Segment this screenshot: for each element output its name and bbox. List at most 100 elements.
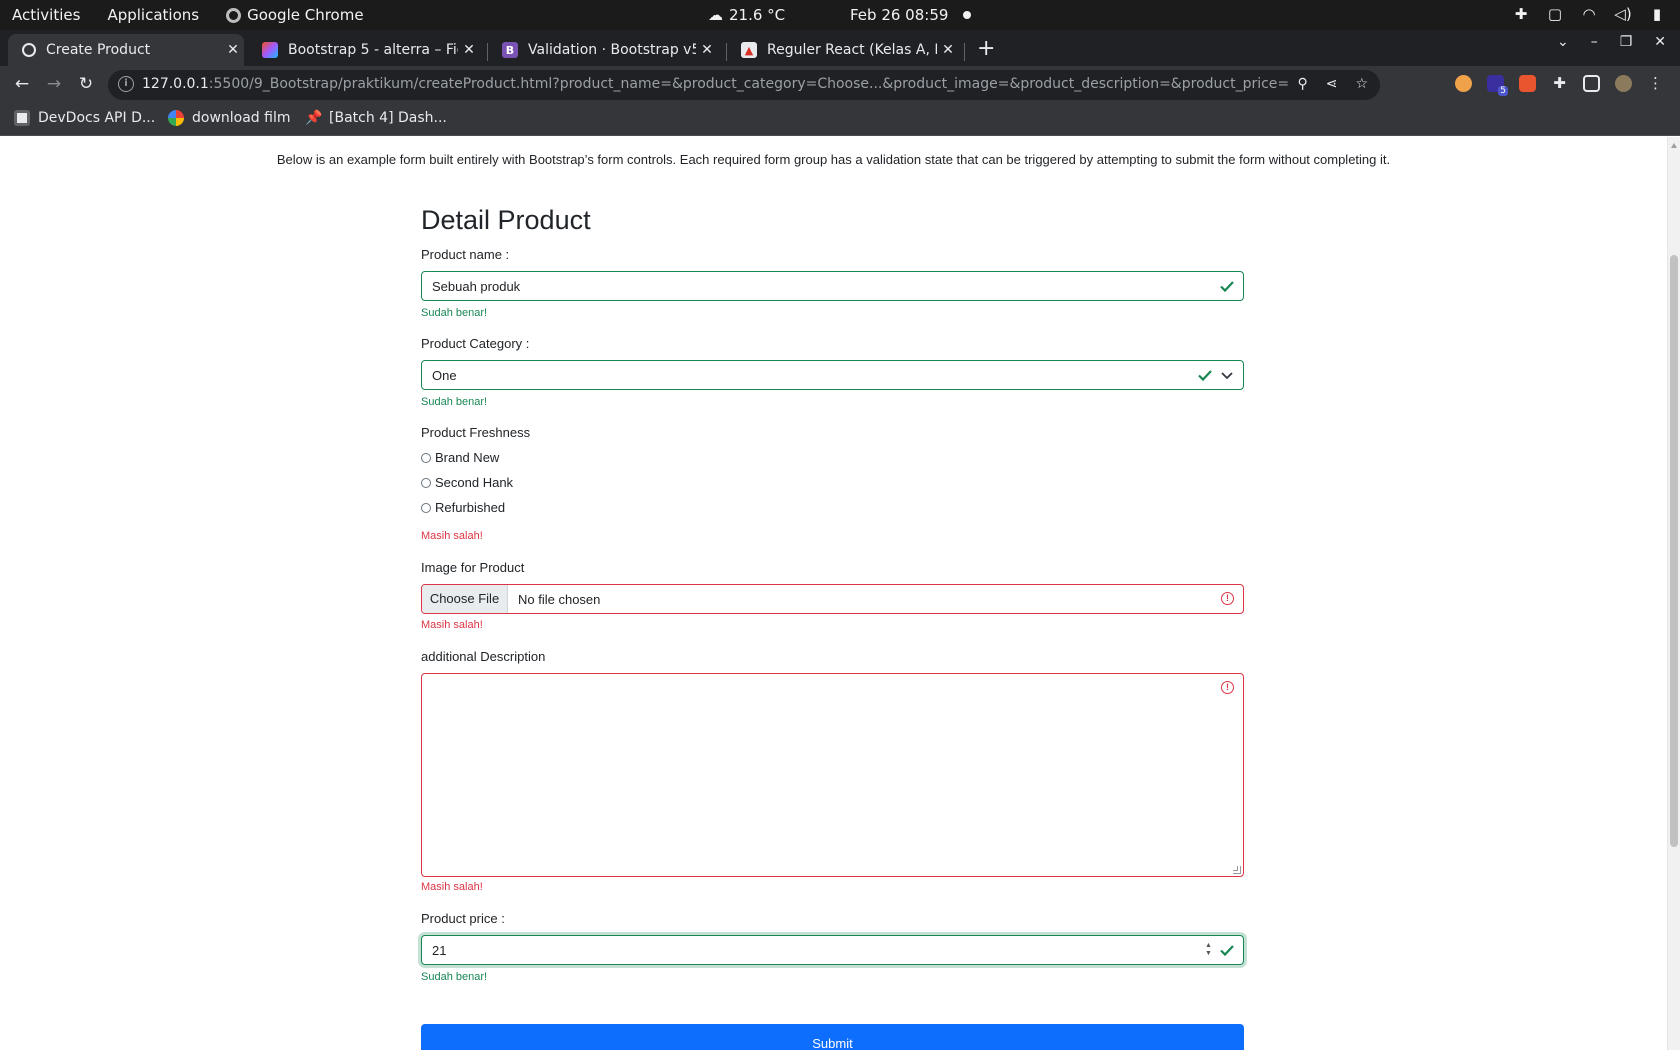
- tab-search-chevron-icon[interactable]: ⌄: [1557, 34, 1569, 50]
- price-label: Product price :: [421, 911, 505, 926]
- number-spinner-icon[interactable]: ▲ ▼: [1204, 942, 1213, 958]
- scroll-up-arrow-icon[interactable]: [1671, 143, 1677, 148]
- error-icon: !: [1221, 681, 1234, 694]
- close-tab-icon[interactable]: ✕: [696, 42, 718, 58]
- radio-label: Brand New: [435, 450, 500, 465]
- check-icon: [1220, 945, 1234, 957]
- radio-label: Refurbished: [435, 500, 506, 515]
- extensions-puzzle-icon[interactable]: ✚: [1551, 75, 1568, 92]
- product-name-feedback: Sudah benar!: [421, 307, 488, 319]
- weather-indicator[interactable]: ☁ 21.6 °C: [708, 6, 785, 24]
- minimize-icon[interactable]: –: [1591, 34, 1598, 50]
- react-class-icon: ▲: [741, 42, 757, 58]
- radio-circle[interactable]: [421, 452, 431, 463]
- pushpin-icon: 📌: [305, 110, 323, 126]
- product-name-value: Sebuah produk: [432, 279, 521, 294]
- battery-icon[interactable]: ▮: [1648, 5, 1666, 23]
- image-file-input[interactable]: Choose File No file chosen !: [421, 584, 1244, 614]
- product-name-label: Product name :: [421, 247, 510, 262]
- price-input[interactable]: 21 ▲ ▼: [421, 935, 1244, 965]
- app-name: Google Chrome: [247, 6, 364, 24]
- bookmark-label: DevDocs API D...: [38, 110, 156, 126]
- submit-button[interactable]: Submit: [421, 1024, 1244, 1050]
- tab-reguler-react[interactable]: ▲ Reguler React (Kelas A, B, C ✕: [727, 34, 959, 66]
- bookmark-label: download film: [192, 110, 291, 126]
- back-arrow-icon[interactable]: ←: [11, 74, 33, 94]
- image-feedback: Masih salah!: [421, 619, 483, 631]
- check-icon: [1220, 281, 1234, 293]
- kebab-menu-icon[interactable]: ⋮: [1647, 75, 1664, 92]
- tab-title: Validation · Bootstrap v5.0: [528, 42, 696, 58]
- bookmark-download-film[interactable]: download film: [168, 110, 291, 126]
- bookmark-star-icon[interactable]: ☆: [1355, 76, 1368, 92]
- tab-strip: Create Product ✕ Bootstrap 5 - alterra –…: [0, 30, 1680, 66]
- price-value: 21: [432, 943, 447, 958]
- product-category-value: One: [432, 368, 457, 383]
- weather-temperature: 21.6 °C: [729, 6, 786, 24]
- address-bar[interactable]: i 127.0.0.1:5500/9_Bootstrap/praktikum/c…: [108, 70, 1380, 100]
- bootstrap-icon: B: [502, 42, 518, 58]
- bookmark-batch4[interactable]: 📌 [Batch 4] Dash...: [305, 110, 447, 126]
- reload-icon[interactable]: ↻: [75, 74, 97, 94]
- web-page: Below is an example form built entirely …: [0, 137, 1667, 1050]
- resize-handle[interactable]: [1233, 866, 1241, 874]
- info-icon[interactable]: i: [118, 76, 134, 92]
- extension-red-icon[interactable]: [1519, 75, 1536, 92]
- globe-icon: [22, 43, 36, 57]
- browser-toolbar: ← → ↻ i 127.0.0.1:5500/9_Bootstrap/prakt…: [0, 66, 1680, 104]
- system-top-bar: Activities Applications Google Chrome ☁ …: [0, 0, 1680, 30]
- clipboard-icon[interactable]: ▢: [1546, 5, 1564, 23]
- extension-purple-icon[interactable]: 5: [1487, 75, 1508, 96]
- product-name-input[interactable]: Sebuah produk: [421, 271, 1244, 301]
- error-icon: !: [1221, 592, 1234, 605]
- tab-title: Reguler React (Kelas A, B, C: [767, 42, 937, 58]
- radio-circle[interactable]: [421, 477, 431, 488]
- wifi-icon[interactable]: ◠: [1580, 5, 1598, 23]
- devdocs-icon: [14, 110, 30, 126]
- puzzle-icon[interactable]: ✚: [1512, 5, 1530, 23]
- extension-orange-icon[interactable]: [1455, 75, 1472, 92]
- figma-icon: [262, 42, 278, 58]
- applications-menu[interactable]: Applications: [107, 6, 199, 24]
- page-title: Detail Product: [421, 205, 591, 235]
- product-category-select[interactable]: One: [421, 360, 1244, 390]
- description-textarea[interactable]: !: [421, 673, 1244, 877]
- close-tab-icon[interactable]: ✕: [458, 42, 480, 58]
- lead-text: Below is an example form built entirely …: [276, 152, 1391, 167]
- radio-label: Second Hank: [435, 475, 514, 490]
- close-tab-icon[interactable]: ✕: [222, 42, 244, 58]
- tab-bootstrap-validation[interactable]: B Validation · Bootstrap v5.0 ✕: [488, 34, 718, 66]
- radio-second-hank[interactable]: Second Hank: [421, 475, 513, 490]
- radio-circle[interactable]: [421, 502, 431, 513]
- app-menu-chrome[interactable]: Google Chrome: [226, 6, 364, 24]
- clock[interactable]: Feb 26 08:59: [850, 6, 948, 24]
- tab-create-product[interactable]: Create Product ✕: [8, 34, 244, 66]
- chrome-logo-icon: [226, 7, 242, 23]
- close-tab-icon[interactable]: ✕: [937, 42, 959, 58]
- cloud-rain-icon: ☁: [708, 6, 723, 24]
- avatar[interactable]: [1615, 75, 1632, 92]
- activities-button[interactable]: Activities: [12, 6, 80, 24]
- close-window-icon[interactable]: ✕: [1654, 34, 1666, 50]
- choose-file-button[interactable]: Choose File: [422, 585, 508, 613]
- extension-badge: 5: [1498, 86, 1508, 96]
- tab-divider: [964, 43, 965, 61]
- side-panel-icon[interactable]: [1583, 75, 1600, 92]
- restore-icon[interactable]: ❐: [1620, 34, 1633, 50]
- tab-figma[interactable]: Bootstrap 5 - alterra – Figma ✕: [248, 34, 480, 66]
- price-feedback: Sudah benar!: [421, 971, 488, 983]
- file-name: No file chosen: [518, 592, 601, 607]
- scrollbar-thumb[interactable]: [1670, 255, 1678, 847]
- zoom-icon[interactable]: ⚲: [1297, 76, 1307, 92]
- new-tab-button[interactable]: +: [977, 36, 995, 61]
- bookmark-devdocs[interactable]: DevDocs API D...: [14, 110, 155, 126]
- page-scrollbar[interactable]: [1667, 137, 1680, 1050]
- photos-icon: [168, 110, 184, 126]
- volume-icon[interactable]: ◁): [1614, 5, 1632, 23]
- url-text[interactable]: 127.0.0.1:5500/9_Bootstrap/praktikum/cre…: [142, 76, 1289, 92]
- share-icon[interactable]: ⋖: [1326, 76, 1338, 92]
- bookmark-label: [Batch 4] Dash...: [329, 110, 447, 126]
- forward-arrow-icon[interactable]: →: [43, 74, 65, 94]
- radio-refurbished[interactable]: Refurbished: [421, 500, 505, 515]
- radio-brand-new[interactable]: Brand New: [421, 450, 499, 465]
